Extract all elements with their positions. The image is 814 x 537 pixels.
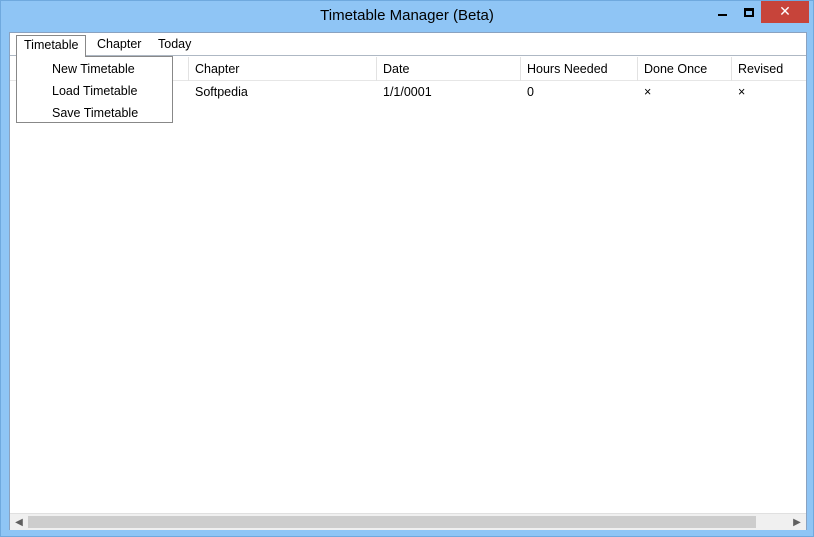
menu-item-load-timetable[interactable]: Load Timetable — [17, 80, 172, 102]
cell-date: 1/1/0001 — [383, 85, 432, 99]
scroll-left-icon[interactable]: ◀ — [10, 514, 28, 530]
client-area: Timetable Chapter Today Chapter Date Hou… — [9, 32, 807, 530]
window-title: Timetable Manager (Beta) — [320, 7, 494, 24]
menu-chapter[interactable]: Chapter — [90, 35, 148, 55]
menu-today[interactable]: Today — [151, 35, 198, 55]
scrollbar-thumb[interactable] — [28, 516, 756, 528]
menu-timetable[interactable]: Timetable — [16, 35, 87, 57]
title-bar[interactable]: Timetable Manager (Beta) ✕ — [1, 1, 813, 31]
menu-item-save-timetable[interactable]: Save Timetable — [17, 102, 172, 124]
column-header-chapter[interactable]: Chapter — [188, 57, 376, 81]
timetable-dropdown-menu: New Timetable Load Timetable Save Timeta… — [16, 56, 173, 123]
cell-hours-needed: 0 — [527, 85, 534, 99]
column-header-hours-needed[interactable]: Hours Needed — [520, 57, 637, 81]
close-icon: ✕ — [779, 4, 791, 20]
scroll-right-icon[interactable]: ▶ — [788, 514, 806, 530]
menu-bar: Timetable Chapter Today — [10, 33, 806, 57]
maximize-button[interactable] — [737, 1, 761, 23]
horizontal-scrollbar[interactable]: ◀ ▶ — [10, 513, 806, 530]
menu-item-new-timetable[interactable]: New Timetable — [17, 58, 172, 80]
close-button[interactable]: ✕ — [761, 1, 809, 23]
column-header-date[interactable]: Date — [376, 57, 520, 81]
cell-chapter: Softpedia — [195, 85, 248, 99]
minimize-icon — [717, 14, 727, 16]
minimize-button[interactable] — [709, 1, 735, 23]
cell-revised[interactable]: × — [732, 82, 806, 104]
column-header-revised[interactable]: Revised — [731, 57, 806, 81]
cell-done-once[interactable]: × — [638, 82, 732, 104]
app-window: Timetable Manager (Beta) ✕ Timetable Cha… — [0, 0, 814, 537]
maximize-icon — [744, 7, 754, 17]
column-header-done-once[interactable]: Done Once — [637, 57, 731, 81]
